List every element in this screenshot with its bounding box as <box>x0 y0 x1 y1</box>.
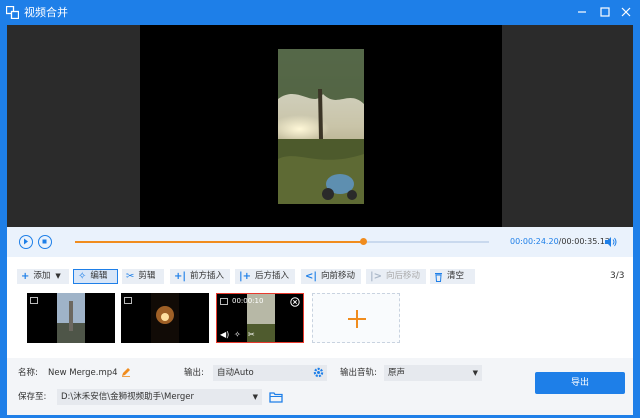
add-clip-button[interactable] <box>312 293 400 343</box>
volume-icon[interactable] <box>604 236 618 248</box>
chevron-down-icon: ▼ <box>472 369 478 377</box>
film-icon <box>124 297 132 304</box>
clip-toolbar: + 添加 ▼ ✧ 编辑 ✂ 剪辑 +| 前方插入 |+ 后方插入 <| 向前移动 |> 向后移… <box>7 257 633 293</box>
total-time: 00:00:35.12 <box>561 237 611 246</box>
move-backward-label: 向后移动 <box>386 271 421 281</box>
clear-button[interactable]: 清空 <box>430 269 475 284</box>
clip-thumbnail[interactable] <box>121 293 209 343</box>
scissors-icon[interactable]: ✂ <box>248 330 255 339</box>
cut-button[interactable]: ✂ 剪辑 <box>122 269 164 284</box>
plus-icon: + <box>21 271 30 282</box>
move-backward-icon: |> <box>370 271 383 282</box>
play-icon <box>24 238 28 245</box>
move-forward-icon: <| <box>305 271 318 282</box>
magic-wand-icon: ✧ <box>78 271 87 282</box>
close-button[interactable] <box>618 4 634 20</box>
output-value: 自动Auto <box>217 368 254 378</box>
current-time: 00:00:24.20 <box>510 237 559 246</box>
audio-track-value: 原声 <box>388 368 406 378</box>
window-border-left <box>0 25 7 418</box>
stop-button[interactable] <box>38 235 52 249</box>
timecode: 00:00:24.20/00:00:35.12 <box>510 237 610 247</box>
move-backward-button[interactable]: |> 向后移动 <box>366 269 426 284</box>
minimize-button[interactable] <box>574 4 590 20</box>
export-button[interactable]: 导出 <box>535 372 625 394</box>
scissors-icon: ✂ <box>126 271 135 282</box>
insert-after-button[interactable]: |+ 后方插入 <box>235 269 295 284</box>
add-label: 添加 <box>33 271 51 281</box>
audio-track-label: 输出音轨: <box>340 368 377 378</box>
folder-icon[interactable] <box>269 391 283 403</box>
remove-clip-icon[interactable] <box>290 297 300 307</box>
save-path-select[interactable]: D:\沐禾安信\金狮视频助手\Merger ▼ <box>57 389 262 405</box>
insert-before-button[interactable]: +| 前方插入 <box>170 269 230 284</box>
insert-before-icon: +| <box>174 271 187 282</box>
speaker-icon[interactable]: ◀) <box>220 330 229 339</box>
minimize-icon <box>578 11 586 13</box>
close-icon <box>621 7 631 17</box>
effect-icon[interactable]: ✧ <box>234 330 241 339</box>
output-format-field[interactable]: 自动Auto <box>213 365 327 381</box>
progress-handle[interactable] <box>359 238 367 245</box>
clip-duration: 00:00:10 <box>232 297 264 305</box>
trash-icon <box>435 272 442 282</box>
stop-icon <box>42 239 47 244</box>
clip-strip: 00:00:10 ◀) ✧ ✂ <box>7 289 633 345</box>
gear-icon[interactable] <box>313 367 324 378</box>
clip-thumbnail-selected[interactable]: 00:00:10 ◀) ✧ ✂ <box>216 293 304 343</box>
cut-label: 剪辑 <box>138 271 156 281</box>
film-icon <box>220 298 228 305</box>
plus-icon <box>348 310 366 328</box>
window-border-right <box>633 25 640 418</box>
clip-counter: 3/3 <box>610 271 625 281</box>
save-path-value: D:\沐禾安信\金狮视频助手\Merger <box>61 392 195 402</box>
name-label: 名称: <box>18 368 38 378</box>
clip-1-image <box>57 293 85 343</box>
window-title: 视频合并 <box>24 6 68 19</box>
edit-label: 编辑 <box>90 271 108 281</box>
progress-fill <box>75 241 363 243</box>
insert-after-label: 后方插入 <box>255 271 290 281</box>
title-bar: 视频合并 <box>0 0 640 25</box>
move-forward-label: 向前移动 <box>321 271 356 281</box>
chevron-down-icon: ▼ <box>252 393 258 401</box>
move-forward-button[interactable]: <| 向前移动 <box>301 269 361 284</box>
save-to-label: 保存至: <box>18 392 47 402</box>
preview-frame-image <box>278 49 364 204</box>
pencil-icon[interactable] <box>121 367 131 377</box>
playback-bar: 00:00:24.20/00:00:35.12 <box>7 227 633 257</box>
audio-track-select[interactable]: 原声 ▼ <box>384 365 482 381</box>
maximize-icon <box>600 7 610 17</box>
output-label: 输出: <box>184 368 204 378</box>
clip-2-image <box>151 293 179 343</box>
video-preview <box>7 25 633 227</box>
film-icon <box>30 297 38 304</box>
insert-before-label: 前方插入 <box>190 271 225 281</box>
name-value[interactable]: New Merge.mp4 <box>48 367 118 379</box>
output-settings: 名称: New Merge.mp4 输出: 自动Auto 输出音轨: 原声 ▼ … <box>7 358 633 415</box>
progress-slider[interactable] <box>75 238 489 245</box>
play-button[interactable] <box>19 235 33 249</box>
clear-label: 清空 <box>447 271 465 281</box>
clip-thumbnail[interactable] <box>27 293 115 343</box>
insert-after-icon: |+ <box>239 271 252 282</box>
add-button[interactable]: + 添加 ▼ <box>17 269 69 284</box>
merge-icon <box>6 6 19 19</box>
edit-button[interactable]: ✧ 编辑 <box>73 269 118 284</box>
maximize-button[interactable] <box>597 4 613 20</box>
chevron-down-icon: ▼ <box>55 272 61 280</box>
